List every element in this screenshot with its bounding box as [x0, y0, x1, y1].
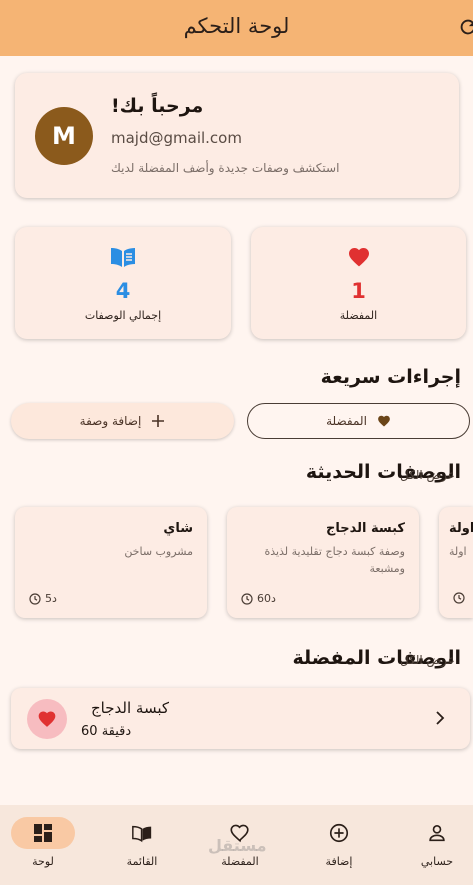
- recipe-card[interactable]: كبسة الدجاج وصفة كبسة دجاج تقليدية لذيذة…: [227, 507, 419, 618]
- recipe-time-value: 60د: [257, 592, 276, 605]
- recipe-description: اولة: [449, 545, 467, 558]
- refresh-icon[interactable]: [457, 16, 473, 38]
- favorites-button[interactable]: المفضلة: [247, 403, 470, 439]
- recipe-description: وصفة كبسة دجاج تقليدية لذيذة ومشبعة: [264, 545, 405, 575]
- nav-item-account[interactable]: حسابي: [397, 817, 473, 877]
- welcome-subtitle: استكشف وصفات جديدة وأضف المفضلة لديك: [111, 161, 340, 175]
- total-recipes-label: إجمالي الوصفات: [84, 309, 162, 322]
- chevron-right-icon: [436, 711, 445, 725]
- favorite-list-item[interactable]: كبسة الدجاج 60 دقيقة: [11, 688, 470, 749]
- plus-icon: [152, 415, 165, 427]
- favorite-heart-badge: [27, 699, 67, 739]
- welcome-title: !مرحباً بك: [111, 95, 204, 117]
- clock-icon: [453, 592, 465, 604]
- add-recipe-button[interactable]: إضافة وصفة: [11, 403, 234, 439]
- person-icon: [429, 825, 445, 842]
- favorite-time: 60 دقيقة: [81, 724, 132, 739]
- favorites-label: المفضلة: [339, 309, 378, 322]
- favorites-see-all-link[interactable]: عرض الكل: [400, 653, 455, 667]
- nav-item-dashboard[interactable]: لوحة: [3, 817, 83, 877]
- stat-card-total-recipes[interactable]: 4 إجمالي الوصفات: [15, 227, 231, 339]
- recipe-card[interactable]: شاي مشروب ساخن 5د: [15, 507, 207, 618]
- nav-label: القائمة: [126, 855, 158, 868]
- recipe-description: مشروب ساخن: [124, 545, 193, 558]
- nav-icon-wrap: [405, 817, 469, 849]
- welcome-card: M !مرحباً بك majd@gmail.com استكشف وصفات…: [15, 73, 459, 198]
- clock-icon: [241, 592, 253, 605]
- recipe-title: كبسة الدجاج: [326, 521, 405, 536]
- recipe-title: اولة: [449, 521, 473, 536]
- nav-label: حسابي: [420, 855, 454, 868]
- favorites-button-label: المفضلة: [326, 414, 367, 428]
- recipe-card[interactable]: اولة اولة: [439, 507, 473, 618]
- heart-icon: [378, 415, 390, 427]
- nav-label: لوحة: [32, 855, 54, 868]
- dashboard-icon: [34, 824, 52, 842]
- clock-icon: [29, 592, 41, 605]
- nav-item-add[interactable]: إضافة: [299, 817, 379, 877]
- watermark: مستقل: [208, 836, 267, 855]
- total-recipes-value: 4: [115, 279, 131, 303]
- heart-icon: [348, 248, 369, 267]
- recipe-time: [453, 592, 465, 604]
- recipe-time: 5د: [29, 592, 57, 605]
- app-bar: لوحة التحكم: [0, 0, 473, 56]
- avatar: M: [35, 107, 93, 165]
- recipe-title: شاي: [163, 521, 193, 536]
- heart-icon: [38, 711, 56, 727]
- plus-circle-icon: [329, 823, 349, 843]
- recipe-time-value: 5د: [45, 592, 57, 605]
- recipe-time: 60د: [241, 592, 276, 605]
- nav-item-menu[interactable]: القائمة: [102, 817, 182, 877]
- quick-actions-title: إجراءات سريعة: [320, 366, 461, 388]
- nav-icon-wrap: [110, 817, 174, 849]
- nav-label: المفضلة: [221, 855, 259, 868]
- favorite-title: كبسة الدجاج: [91, 699, 169, 717]
- stat-card-favorites[interactable]: 1 المفضلة: [251, 227, 466, 339]
- page-title: لوحة التحكم: [183, 14, 290, 38]
- favorites-value: 1: [351, 279, 366, 303]
- user-email: majd@gmail.com: [111, 129, 242, 147]
- book-open-icon: [132, 825, 152, 843]
- nav-label: إضافة: [325, 855, 353, 868]
- book-icon: [111, 248, 135, 267]
- nav-icon-indicator: [11, 817, 75, 849]
- nav-icon-wrap: [307, 817, 371, 849]
- add-recipe-label: إضافة وصفة: [79, 414, 142, 428]
- recent-see-all-link[interactable]: عرض الكل: [400, 468, 455, 482]
